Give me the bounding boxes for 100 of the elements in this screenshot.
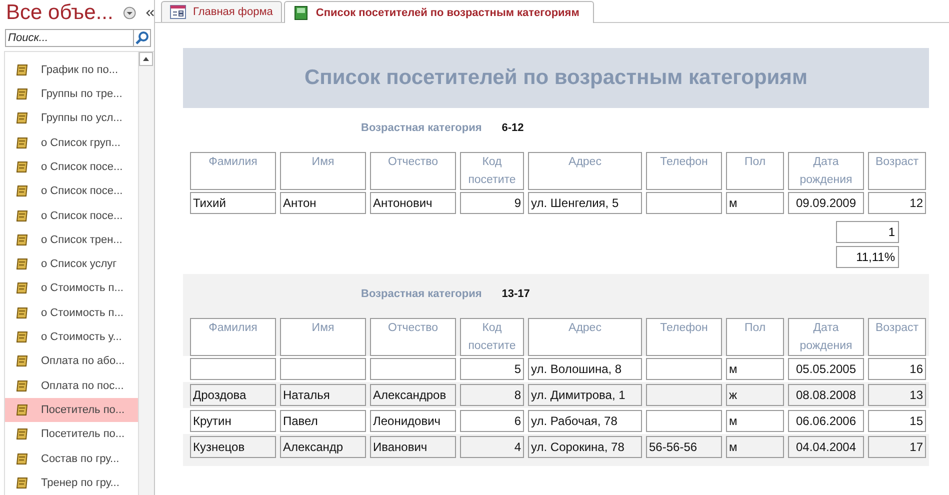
- report-icon: [15, 62, 29, 77]
- table-cell: 08.08.2008: [788, 384, 864, 406]
- table-cell: ул. Димитрова, 1: [528, 384, 642, 406]
- nav-item[interactable]: Тренер по гру...: [5, 470, 138, 495]
- report-icon: [15, 281, 29, 296]
- scroll-up-icon[interactable]: [139, 52, 153, 66]
- column-header: Отчество: [370, 318, 456, 356]
- column-header: Дата рождения: [788, 318, 864, 356]
- group-label: Возрастная категория: [361, 288, 482, 300]
- table-cell: Кузнецов: [190, 436, 276, 458]
- document-tab[interactable]: Список посетителей по возрастным категориям: [284, 1, 594, 23]
- table-cell: м: [726, 192, 784, 214]
- table-cell: Александров: [370, 384, 456, 406]
- nav-item[interactable]: Оплата по пос...: [5, 374, 138, 398]
- table-cell: ул. Сорокина, 78: [528, 436, 642, 458]
- table-cell: 9: [460, 192, 524, 214]
- column-header: Возраст: [868, 152, 926, 190]
- column-header: Код посетите: [460, 152, 524, 190]
- column-header: Пол: [726, 318, 784, 356]
- nav-item[interactable]: Посетитель по...: [5, 398, 138, 422]
- table-cell: Крутин: [190, 410, 276, 432]
- report-icon: [15, 111, 29, 126]
- scrollbar[interactable]: [138, 52, 154, 495]
- table-cell: 09.09.2009: [788, 192, 864, 214]
- column-header: Фамилия: [190, 152, 276, 190]
- nav-item[interactable]: Группы по усл...: [5, 106, 138, 131]
- report-icon: [15, 378, 29, 393]
- table-cell: Павел: [280, 410, 366, 432]
- form-icon: [170, 5, 186, 19]
- nav-item[interactable]: о Список груп...: [5, 130, 138, 155]
- nav-item[interactable]: о Стоимость у...: [5, 324, 138, 350]
- nav-item[interactable]: Состав по гру...: [5, 446, 138, 471]
- nav-item[interactable]: о Список трен...: [5, 228, 138, 252]
- table-cell: Наталья: [280, 384, 366, 406]
- table-cell: ул. Шенгелия, 5: [528, 192, 642, 214]
- table-cell: Антонович: [370, 192, 456, 214]
- table-cell: ж: [726, 384, 784, 406]
- nav-item[interactable]: о Список посе...: [5, 203, 138, 228]
- total-cell: 1: [836, 221, 899, 243]
- table-cell: Тихий: [190, 192, 276, 214]
- dropdown-icon[interactable]: [123, 6, 137, 20]
- nav-item[interactable]: о Список посе...: [5, 179, 138, 204]
- table-cell: 06.06.2006: [788, 410, 864, 432]
- column-header: Адрес: [528, 152, 642, 190]
- column-header: Код посетите: [460, 318, 524, 356]
- table-cell: м: [726, 410, 784, 432]
- table-cell: 15: [868, 410, 926, 432]
- table-cell: м: [726, 358, 784, 380]
- table-cell: Леонидович: [370, 410, 456, 432]
- report-icon: [15, 257, 29, 272]
- report-icon: [15, 330, 29, 344]
- collapse-icon[interactable]: [144, 8, 154, 18]
- table-cell: ул. Волошина, 8: [528, 358, 642, 380]
- table-cell: Антон: [280, 192, 366, 214]
- table-cell: 13: [868, 384, 926, 406]
- search-icon[interactable]: [133, 28, 151, 47]
- nav-item[interactable]: Группы по тре...: [5, 82, 138, 106]
- table-cell: 05.05.2005: [788, 358, 864, 380]
- nav-item[interactable]: Оплата по або...: [5, 349, 138, 374]
- column-header: Имя: [280, 318, 366, 356]
- table-cell: 17: [868, 436, 926, 458]
- table-cell: Александр: [280, 436, 366, 458]
- notebook-icon: [292, 6, 309, 20]
- total-cell: 11,11%: [836, 246, 899, 268]
- column-header: Дата рождения: [788, 152, 864, 190]
- report-title: Список посетителей по возрастным категориям: [183, 48, 929, 108]
- nav-item[interactable]: Посетитель по...: [5, 422, 138, 446]
- report-icon: [15, 208, 29, 223]
- report-icon: [15, 136, 29, 150]
- column-header: Пол: [726, 152, 784, 190]
- table-cell: 56-56-56: [646, 436, 722, 458]
- report-icon: [15, 427, 29, 442]
- column-header: Телефон: [646, 152, 722, 190]
- group-label: Возрастная категория: [361, 122, 482, 134]
- report-icon: [15, 402, 29, 417]
- search-field[interactable]: Поиск...: [5, 28, 133, 47]
- table-cell: 6: [460, 410, 524, 432]
- nav-item[interactable]: о Список услуг: [5, 252, 138, 276]
- report-icon: [15, 306, 29, 320]
- table-cell: 04.04.2004: [788, 436, 864, 458]
- table-cell: 16: [868, 358, 926, 380]
- column-header: Фамилия: [190, 318, 276, 356]
- nav-item[interactable]: График по по...: [5, 58, 138, 82]
- table-cell: ул. Рабочая, 78: [528, 410, 642, 432]
- report-icon: [15, 354, 29, 368]
- nav-item[interactable]: о Список посе...: [5, 154, 138, 180]
- report-icon: [15, 452, 29, 466]
- column-header: Отчество: [370, 152, 456, 190]
- report-icon: [15, 87, 29, 102]
- pane-title: Все объе...: [6, 1, 114, 26]
- table-cell: м: [726, 436, 784, 458]
- nav-item[interactable]: о Стоимость п...: [5, 300, 138, 325]
- report-icon: [15, 476, 29, 490]
- column-header: Возраст: [868, 318, 926, 356]
- table-cell: 5: [460, 358, 524, 380]
- table-cell: 12: [868, 192, 926, 214]
- table-cell: Иванович: [370, 436, 456, 458]
- nav-item[interactable]: о Стоимость п...: [5, 276, 138, 301]
- document-tab[interactable]: Главная форма: [161, 1, 282, 22]
- table-cell: Дроздова: [190, 384, 276, 406]
